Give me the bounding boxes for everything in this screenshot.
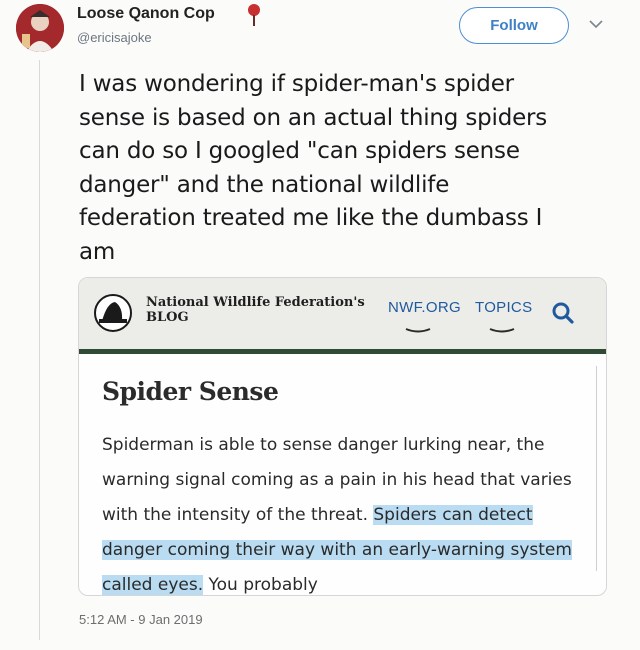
nav-nwf-org[interactable]: NWF.ORG xyxy=(388,299,461,316)
site-title-line1: National Wildlife Federation's xyxy=(146,295,365,310)
chevron-down-icon[interactable] xyxy=(588,18,604,30)
search-icon[interactable] xyxy=(551,301,575,325)
header-divider xyxy=(79,349,606,354)
tweet-text: I was wondering if spider-man's spider s… xyxy=(79,71,548,265)
site-title-line2: BLOG xyxy=(146,310,189,325)
avatar[interactable] xyxy=(16,4,64,52)
tweet: Loose Qanon Cop @ericisajoke Follow I wa… xyxy=(0,0,640,650)
nwf-logo-icon xyxy=(94,294,132,332)
nav-underline-icon xyxy=(405,328,431,333)
avatar-image xyxy=(16,4,64,52)
display-name[interactable]: Loose Qanon Cop xyxy=(77,5,215,23)
nav-underline-icon xyxy=(489,328,515,333)
follow-button[interactable]: Follow xyxy=(459,7,569,44)
site-title[interactable]: National Wildlife Federation's BLOG xyxy=(146,295,365,325)
timestamp[interactable]: 5:12 AM - 9 Jan 2019 xyxy=(79,612,203,627)
nav-topics[interactable]: TOPICS xyxy=(475,299,532,316)
pin-icon xyxy=(248,4,260,26)
handle[interactable]: @ericisajoke xyxy=(77,30,152,45)
excerpt-tail: You probably xyxy=(203,575,318,595)
article-heading: Spider Sense xyxy=(102,377,279,406)
link-card[interactable]: National Wildlife Federation's BLOG NWF.… xyxy=(78,277,607,596)
card-scroll-track xyxy=(596,366,597,571)
article-excerpt: Spiderman is able to sense danger lurkin… xyxy=(102,428,597,595)
thread-line xyxy=(39,60,40,640)
